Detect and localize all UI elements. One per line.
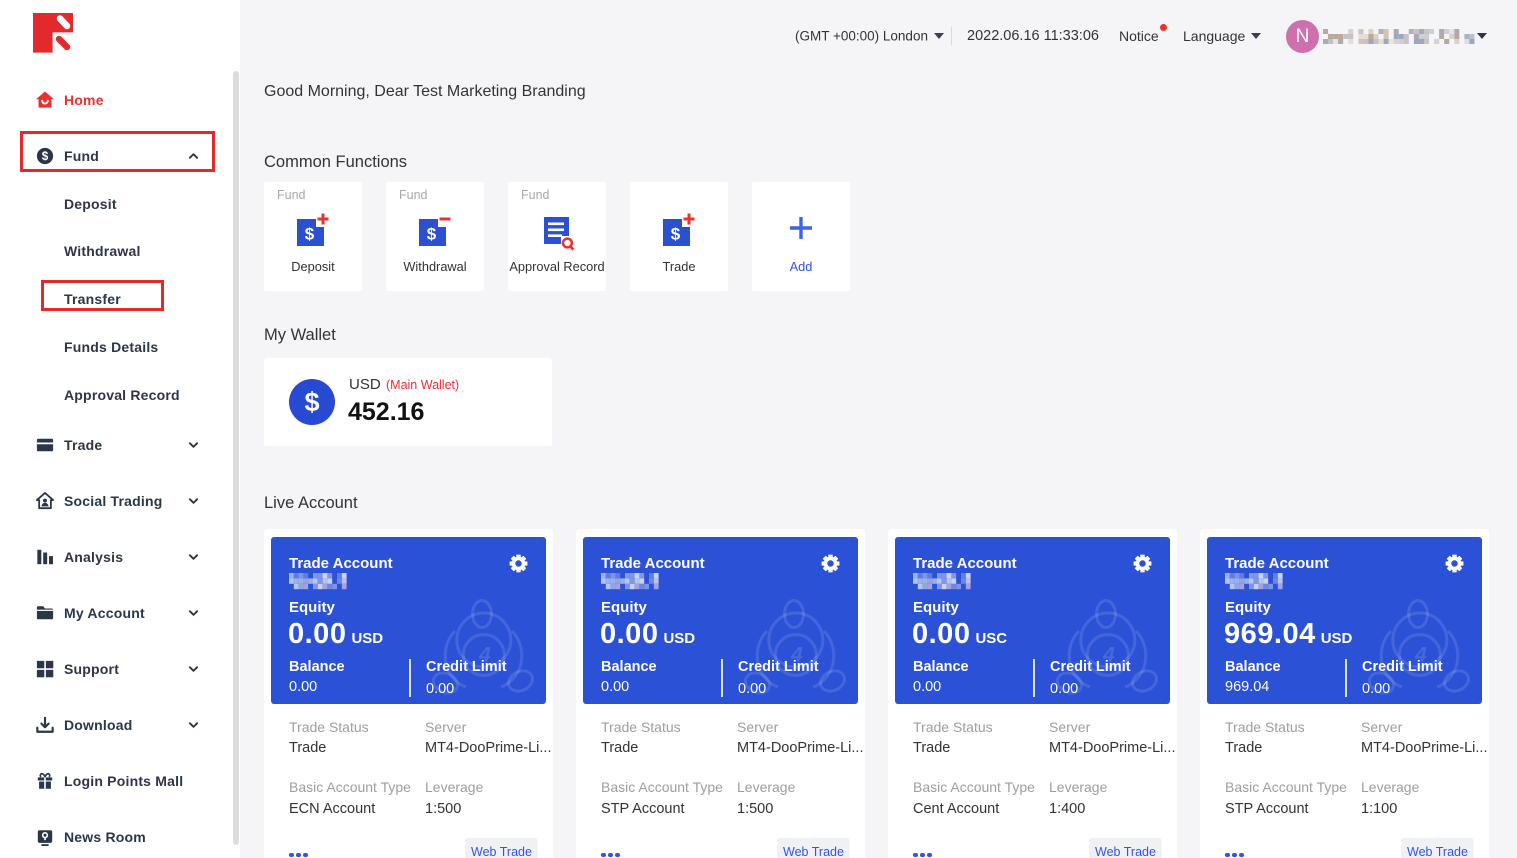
- svg-text:$: $: [42, 150, 49, 163]
- svg-text:$: $: [671, 225, 681, 244]
- svg-text:$: $: [427, 225, 437, 244]
- svg-text:$: $: [305, 225, 315, 244]
